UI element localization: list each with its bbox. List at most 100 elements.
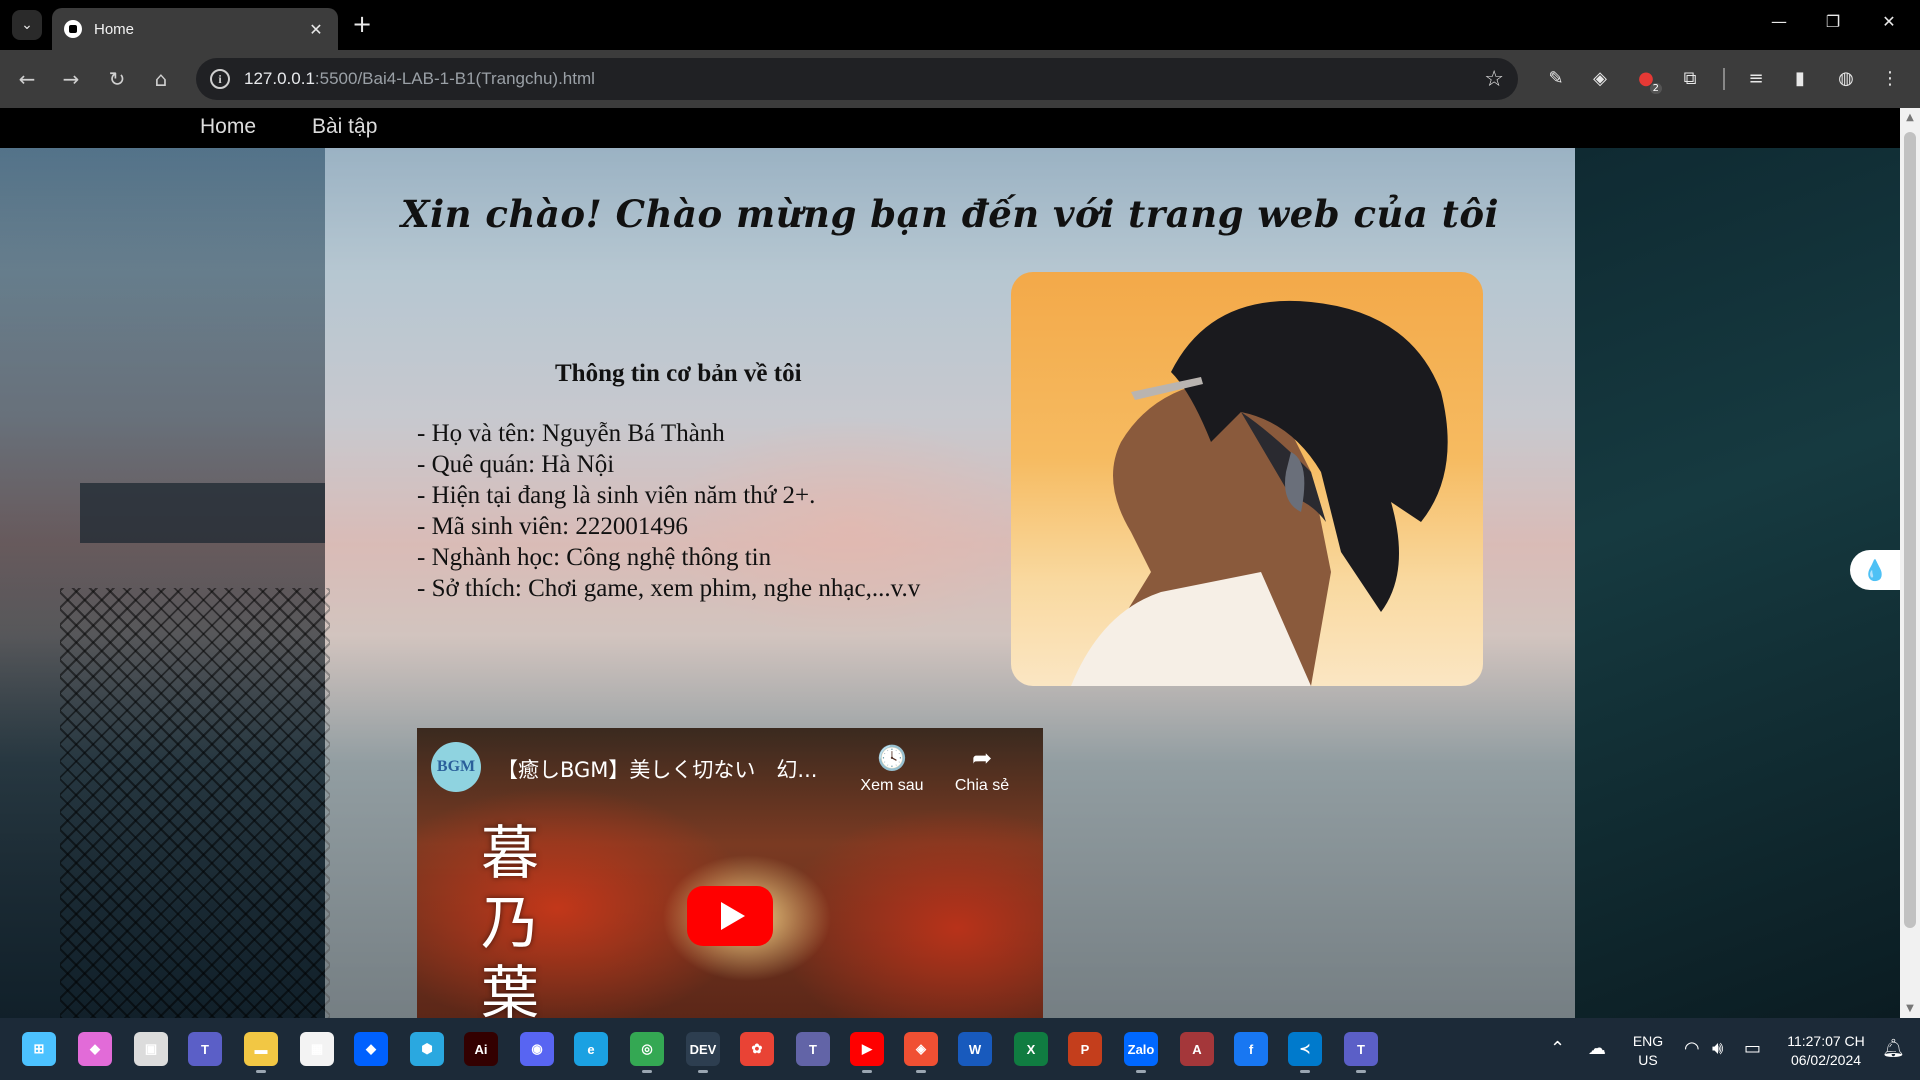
taskbar-excel-icon[interactable]: X (1014, 1032, 1048, 1066)
back-arrow-icon[interactable]: ← (12, 64, 42, 94)
site-navbar: Home Bài tập (0, 108, 1900, 148)
window-close-icon[interactable]: ✕ (1874, 12, 1904, 31)
taskbar-running-indicator (256, 1070, 266, 1073)
nav-home-link[interactable]: Home (200, 115, 256, 139)
web-page: Home Bài tập Xin chào! Chào mừng bạn đến… (0, 108, 1900, 1018)
taskbar-illustrator-icon[interactable]: Ai (464, 1032, 498, 1066)
video-title[interactable]: 【癒しBGM】美しく切ない 幻... (497, 754, 817, 784)
taskbar-access-icon[interactable]: A (1180, 1032, 1214, 1066)
language-top: ENG (1632, 1033, 1664, 1049)
kanji-2: 乃 (481, 889, 540, 957)
extension-google-icon[interactable]: ◈ (1586, 64, 1614, 92)
taskbar-running-indicator (642, 1070, 652, 1073)
kanji-1: 暮 (481, 819, 540, 887)
taskbar-teams-icon[interactable]: T (188, 1032, 222, 1066)
scroll-down-icon[interactable]: ▼ (1900, 1003, 1920, 1014)
taskbar-running-indicator (1356, 1070, 1366, 1073)
taskbar-word-icon[interactable]: W (958, 1032, 992, 1066)
extension-puzzle-red-icon[interactable]: ✎ (1542, 64, 1570, 92)
menu-kebab-icon[interactable]: ⋮ (1876, 64, 1904, 92)
onedrive-icon[interactable]: ☁ (1588, 1038, 1606, 1059)
taskbar-teams-classic-icon[interactable]: T (796, 1032, 830, 1066)
tray-chevron-up-icon[interactable]: ⌃ (1550, 1038, 1565, 1059)
language-indicator[interactable]: ENG US (1628, 1032, 1668, 1070)
taskbar-photos-icon[interactable]: ✿ (740, 1032, 774, 1066)
site-info-icon[interactable]: i (210, 69, 230, 89)
background-right-scene (1575, 148, 1900, 1018)
extensions-puzzle-icon[interactable]: ⧉ (1676, 64, 1704, 92)
watch-later-button[interactable]: 🕓 Xem sau (847, 744, 937, 795)
taskbar-dev-home-icon[interactable]: DEV (686, 1032, 720, 1066)
extension-badge-count: 2 (1649, 83, 1662, 94)
side-panel-icon[interactable]: ▮ (1786, 64, 1814, 92)
favicon-icon (64, 20, 82, 38)
taskbar-git-icon[interactable]: ◈ (904, 1032, 938, 1066)
forward-arrow-icon[interactable]: → (56, 64, 86, 94)
info-title: Thông tin cơ bản về tôi (555, 360, 802, 387)
restore-icon[interactable]: ❐ (1818, 12, 1848, 31)
taskbar-file-explorer-icon[interactable]: ▬ (244, 1032, 278, 1066)
share-label: Chia sẻ (954, 777, 1010, 794)
profile-avatar-icon[interactable]: ◍ (1832, 64, 1860, 92)
clock-time: 11:27:07 CH (1787, 1033, 1865, 1049)
taskbar-chrome-icon[interactable]: ◎ (630, 1032, 664, 1066)
home-icon[interactable]: ⌂ (146, 64, 176, 94)
content-panel: Xin chào! Chào mừng bạn đến với trang we… (325, 148, 1575, 1018)
info-list: - Họ và tên: Nguyễn Bá Thành - Quê quán:… (417, 418, 1017, 604)
nav-baitap-link[interactable]: Bài tập (312, 115, 377, 139)
youtube-embed[interactable]: BGM 【癒しBGM】美しく切ない 幻... 🕓 Xem sau ➦ Chia … (417, 728, 1043, 1018)
taskbar-microsoft-store-icon[interactable]: ▦ (300, 1032, 334, 1066)
tab-home[interactable]: Home ✕ (52, 8, 338, 50)
taskbar-zalo-icon[interactable]: Zalo (1124, 1032, 1158, 1066)
taskbar-teams-new-icon[interactable]: T (1344, 1032, 1378, 1066)
background-fence (60, 588, 330, 1018)
url-text[interactable]: 127.0.0.1:5500/Bai4-LAB-1-B1(Trangchu).h… (244, 69, 1484, 89)
scroll-up-icon[interactable]: ▲ (1900, 112, 1920, 123)
taskbar-copilot-icon[interactable]: ◆ (78, 1032, 112, 1066)
url-host: 127.0.0.1 (244, 69, 315, 88)
taskbar-powerpoint-icon[interactable]: P (1068, 1032, 1102, 1066)
volume-icon[interactable]: 🔊︎ (1712, 1038, 1723, 1059)
bookmark-star-icon[interactable]: ☆ (1484, 67, 1504, 92)
clock-date: 06/02/2024 (1790, 1052, 1862, 1068)
tab-search-chevron-icon[interactable]: ⌄ (12, 10, 42, 40)
info-item-hobbies: - Sở thích: Chơi game, xem phim, nghe nh… (417, 575, 921, 602)
taskbar-dropbox-icon[interactable]: ◆ (354, 1032, 388, 1066)
info-item-major: - Nghành học: Công nghệ thông tin (417, 544, 772, 571)
channel-logo[interactable]: BGM (431, 742, 481, 792)
taskbar: ⊞ ◆ ▣ T ▬ ▦ ◆ ⬢ Ai ◉ e ◎ DEV ✿ T ▶ ◈ W X P Zalo Af ≺ T ⌃ ☁ ENG … (0, 1018, 1920, 1080)
taskbar-start-icon[interactable]: ⊞ (22, 1032, 56, 1066)
media-control-icon[interactable]: ≡ (1742, 64, 1770, 92)
taskbar-running-indicator (1300, 1070, 1310, 1073)
taskbar-facebook-icon[interactable]: f (1234, 1032, 1268, 1066)
scroll-thumb[interactable] (1904, 132, 1916, 928)
address-bar[interactable]: i 127.0.0.1:5500/Bai4-LAB-1-B1(Trangchu)… (196, 58, 1518, 100)
play-button[interactable] (687, 886, 773, 946)
taskbar-youtube-icon[interactable]: ▶ (850, 1032, 884, 1066)
page-title: Xin chào! Chào mừng bạn đến với trang we… (400, 192, 1500, 236)
taskbar-task-view-icon[interactable]: ▣ (134, 1032, 168, 1066)
share-button[interactable]: ➦ Chia sẻ (937, 744, 1027, 795)
extension-badge-icon[interactable]: ● 2 (1632, 64, 1662, 94)
taskbar-discord-icon[interactable]: ◉ (520, 1032, 554, 1066)
close-icon[interactable]: ✕ (306, 20, 326, 39)
clock[interactable]: 11:27:07 CH 06/02/2024 (1776, 1032, 1876, 1070)
page-scrollbar[interactable]: ▲ ▼ (1900, 108, 1920, 1018)
floating-drop-icon[interactable]: 💧 (1850, 550, 1900, 590)
notification-bell-icon[interactable]: 🔔︎ (1882, 1038, 1905, 1059)
minimize-icon[interactable]: — (1764, 12, 1794, 31)
battery-icon[interactable]: ▭ (1744, 1038, 1761, 1059)
info-item-student-id: - Mã sinh viên: 222001496 (417, 513, 688, 540)
share-arrow-icon: ➦ (971, 745, 993, 772)
reload-icon[interactable]: ↻ (102, 64, 132, 94)
taskbar-security-icon[interactable]: ⬢ (410, 1032, 444, 1066)
kanji-3: 葉 (481, 959, 540, 1018)
browser-toolbar: ← → ↻ ⌂ i 127.0.0.1:5500/Bai4-LAB-1-B1(T… (0, 50, 1920, 108)
taskbar-running-indicator (698, 1070, 708, 1073)
clock-icon: 🕓 (877, 745, 907, 772)
taskbar-edge-icon[interactable]: e (574, 1032, 608, 1066)
new-tab-plus-icon[interactable]: + (352, 12, 372, 36)
background-rail-bridge (80, 483, 325, 543)
wifi-icon[interactable]: ◠ (1684, 1038, 1700, 1059)
taskbar-vscode-icon[interactable]: ≺ (1288, 1032, 1322, 1066)
